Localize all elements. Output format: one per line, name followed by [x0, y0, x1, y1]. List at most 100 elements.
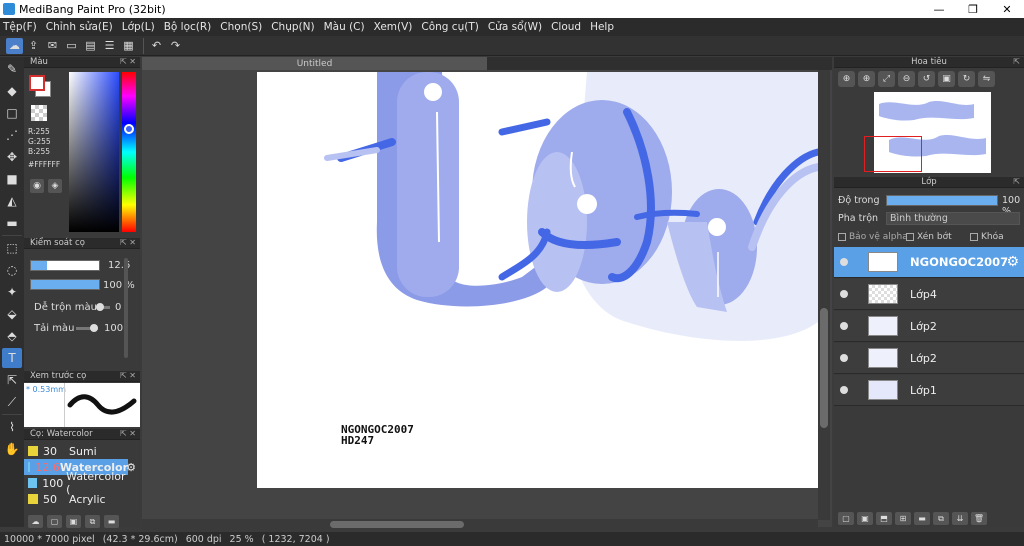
undo-icon[interactable]: ↶: [148, 38, 165, 54]
horizontal-scrollbar[interactable]: [142, 519, 818, 530]
layer-visibility-icon[interactable]: [840, 354, 848, 362]
delete-layer-icon[interactable]: 🗑: [971, 512, 987, 525]
select-eraser-tool-icon[interactable]: ⬘: [2, 326, 22, 346]
menu-file[interactable]: Tệp(F): [3, 21, 37, 33]
layer-row[interactable]: Lớp2: [834, 311, 1024, 342]
rotate-right-icon[interactable]: ↻: [958, 71, 975, 87]
protect-alpha-checkbox[interactable]: Bảo vệ alpha: [838, 232, 908, 242]
select-pen-tool-icon[interactable]: ⬙: [2, 304, 22, 324]
layer-visibility-icon[interactable]: [840, 386, 848, 394]
layer-folder-icon[interactable]: ▬: [914, 512, 930, 525]
layer-visibility-icon[interactable]: [840, 322, 848, 330]
eyedropper-tool-icon[interactable]: ⌇: [2, 417, 22, 437]
brush-item[interactable]: 50 Acrylic: [24, 491, 128, 507]
redo-icon[interactable]: ↷: [167, 38, 184, 54]
cloud-icon[interactable]: ☁: [6, 37, 23, 54]
operation-tool-icon[interactable]: ⇱: [2, 370, 22, 390]
upload-icon[interactable]: ⇪: [25, 38, 42, 54]
actual-size-icon[interactable]: ▣: [938, 71, 955, 87]
lasso-tool-icon[interactable]: ◌: [2, 260, 22, 280]
vertical-scroll-thumb[interactable]: [820, 308, 828, 428]
new-brush-icon[interactable]: ▢: [47, 515, 62, 528]
brush-tool-icon[interactable]: ✎: [2, 59, 22, 79]
tab-untitled[interactable]: Untitled: [142, 57, 487, 70]
fill-rect-tool-icon[interactable]: ■: [2, 169, 22, 189]
menu-layer[interactable]: Lớp(L): [122, 21, 155, 33]
zoom-in-icon[interactable]: ⊕: [838, 71, 855, 87]
zoom-out-icon[interactable]: ⊖: [898, 71, 915, 87]
close-button[interactable]: ✕: [990, 0, 1024, 18]
merge-layer-icon[interactable]: ⇊: [952, 512, 968, 525]
navigator-thumbnail[interactable]: [864, 90, 992, 173]
panel-close-icon[interactable]: ⇱ ✕: [120, 57, 136, 66]
brush-folder-icon[interactable]: ▬: [104, 515, 119, 528]
navigator-view-rect[interactable]: [864, 136, 922, 172]
menu-snap[interactable]: Chụp(N): [271, 21, 314, 33]
duplicate-layer-icon[interactable]: ⧉: [933, 512, 949, 525]
chat-icon[interactable]: ✉: [44, 38, 61, 54]
reload-handle[interactable]: [90, 324, 98, 332]
minimize-button[interactable]: —: [922, 0, 956, 18]
menu-view[interactable]: Xem(V): [374, 21, 413, 33]
lock-checkbox[interactable]: Khóa: [970, 232, 1004, 242]
new-8bit-layer-icon[interactable]: ⬒: [876, 512, 892, 525]
layer-opacity-slider[interactable]: [886, 195, 998, 206]
brush-size-slider[interactable]: [30, 260, 100, 271]
menu-window[interactable]: Cửa sổ(W): [488, 21, 542, 33]
list-icon[interactable]: ☰: [101, 38, 118, 54]
layer-row[interactable]: Lớp4: [834, 279, 1024, 310]
panel-close-icon[interactable]: ⇱ ✕: [120, 371, 136, 380]
drawing-canvas[interactable]: NGONGOC2007 HD247: [257, 72, 818, 488]
flip-icon[interactable]: ⇋: [978, 71, 995, 87]
palette-icon[interactable]: ◉: [30, 179, 44, 193]
menu-select[interactable]: Chọn(S): [220, 21, 262, 33]
move-tool-icon[interactable]: ✥: [2, 147, 22, 167]
restore-button[interactable]: ❐: [956, 0, 990, 18]
layer-visibility-icon[interactable]: [840, 258, 848, 266]
dot-tool-icon[interactable]: ⋰: [2, 125, 22, 145]
menu-edit[interactable]: Chỉnh sửa(E): [46, 21, 113, 33]
brush-menu-icon[interactable]: ▣: [66, 515, 81, 528]
panel-close-icon[interactable]: ⇱: [1013, 177, 1020, 186]
zoom-in-alt-icon[interactable]: ⊕: [858, 71, 875, 87]
hue-slider[interactable]: [122, 72, 136, 232]
brush-item[interactable]: 100 Watercolor (: [24, 470, 128, 496]
add-layer-menu-icon[interactable]: ⊞: [895, 512, 911, 525]
grid-icon[interactable]: ▦: [120, 38, 137, 54]
panel-close-icon[interactable]: ⇱ ✕: [120, 238, 136, 247]
text-tool-icon[interactable]: T: [2, 348, 22, 368]
bucket-tool-icon[interactable]: ◭: [2, 191, 22, 211]
comment-icon[interactable]: ▭: [63, 38, 80, 54]
magic-wand-tool-icon[interactable]: ✦: [2, 282, 22, 302]
blend-handle[interactable]: [96, 303, 104, 311]
brush-opacity-slider[interactable]: [30, 279, 100, 290]
menu-filter[interactable]: Bộ lọc(R): [164, 21, 212, 33]
rotate-left-icon[interactable]: ↺: [918, 71, 935, 87]
layer-settings-gear-icon[interactable]: ⚙: [1006, 254, 1019, 270]
brush-control-scrollbar[interactable]: [124, 258, 128, 358]
panel-close-icon[interactable]: ⇱: [1013, 57, 1020, 66]
gradient-tool-icon[interactable]: ▬: [2, 213, 22, 233]
layer-row[interactable]: Lớp2: [834, 343, 1024, 374]
menu-tools[interactable]: Công cụ(T): [421, 21, 478, 33]
select-rect-tool-icon[interactable]: ⬚: [2, 238, 22, 258]
divide-tool-icon[interactable]: ⟋: [2, 392, 22, 412]
new-halftone-layer-icon[interactable]: ▣: [857, 512, 873, 525]
brush-item[interactable]: 30 Sumi: [24, 443, 128, 459]
layer-row[interactable]: Lớp1: [834, 375, 1024, 406]
hue-handle[interactable]: [124, 124, 134, 134]
brush-copy-icon[interactable]: ⧉: [85, 515, 100, 528]
palette-add-icon[interactable]: ◈: [48, 179, 62, 193]
hand-tool-icon[interactable]: ✋: [2, 439, 22, 459]
vertical-scrollbar[interactable]: [818, 70, 830, 520]
layer-row-selected[interactable]: NGONGOC2007 ⚙: [834, 247, 1024, 278]
layer-visibility-icon[interactable]: [840, 290, 848, 298]
menu-cloud[interactable]: Cloud: [551, 21, 581, 33]
new-layer-icon[interactable]: ▢: [838, 512, 854, 525]
clip-checkbox[interactable]: Xén bớt: [906, 232, 952, 242]
saturation-value-picker[interactable]: [69, 72, 119, 232]
foreground-color-swatch[interactable]: [29, 75, 45, 91]
panel-close-icon[interactable]: ⇱ ✕: [120, 429, 136, 438]
menu-color[interactable]: Màu (C): [324, 21, 365, 33]
transparent-swatch[interactable]: [31, 105, 47, 121]
